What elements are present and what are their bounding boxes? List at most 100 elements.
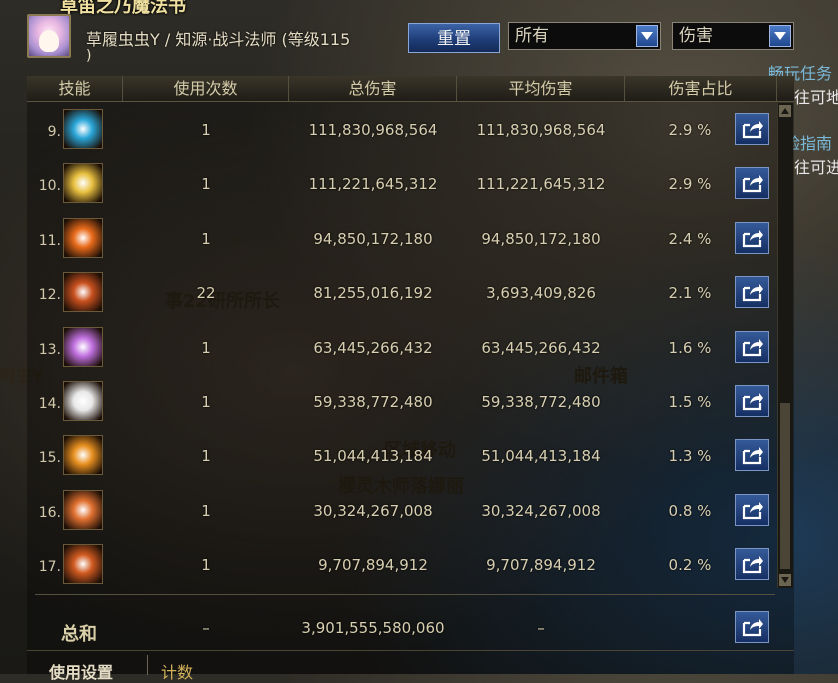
row-share-button[interactable] [735, 113, 769, 145]
column-header-uses[interactable]: 使用次数 [123, 76, 289, 101]
row-uses: 1 [201, 393, 211, 411]
scroll-up-icon[interactable] [779, 105, 791, 117]
row-uses: 1 [201, 175, 211, 194]
golden-flame-skill-icon [63, 163, 103, 204]
share-icon [742, 501, 763, 519]
share-icon [742, 619, 763, 637]
filter-select-value: 所有 [515, 26, 549, 46]
column-header-damage-share[interactable]: 伤害占比 [625, 76, 777, 101]
row-total-damage: 81,255,016,192 [313, 284, 433, 303]
share-icon [742, 338, 763, 356]
bg-quest-text-3: 地 [826, 88, 838, 107]
row-avg-damage: 3,693,409,826 [486, 284, 596, 303]
row-total-damage: 63,445,266,432 [313, 338, 433, 357]
share-icon [742, 284, 763, 302]
row-share-button[interactable] [735, 276, 769, 309]
damage-stats-panel: 技能 使用次数 总伤害 平均伤害 伤害占比 9. 1 111,830,968,564… [27, 76, 794, 674]
row-share-button[interactable] [735, 330, 769, 363]
total-label: 总和 [61, 624, 97, 645]
share-icon [742, 556, 763, 574]
row-uses: 1 [201, 229, 211, 248]
row-uses: 22 [196, 284, 216, 303]
scrollbar[interactable] [777, 103, 793, 588]
row-rank: 11. [38, 232, 61, 249]
violet-burst-skill-icon [63, 326, 103, 367]
row-avg-damage: 51,044,413,184 [481, 447, 601, 466]
total-avg: – [537, 619, 545, 637]
row-share-button[interactable] [735, 167, 769, 200]
white-staff-skill-icon [63, 381, 103, 421]
player-avatar [27, 14, 71, 58]
fist-skill-icon [63, 489, 103, 530]
tab-usage-settings[interactable]: 使用设置 [49, 659, 113, 683]
table-row: 11. 1 94,850,172,180 94,850,172,180 2.4 % [27, 211, 777, 265]
claw-slash-skill-icon [63, 544, 103, 585]
row-rank: 15. [38, 450, 61, 467]
lightning-skill-icon [63, 109, 103, 149]
scroll-thumb[interactable] [780, 403, 790, 569]
row-total-damage: 51,044,413,184 [313, 447, 433, 466]
row-total-damage: 111,830,968,564 [308, 121, 438, 139]
metric-select-value: 伤害 [679, 26, 713, 46]
row-total-damage: 94,850,172,180 [313, 229, 433, 248]
row-rank: 12. [38, 287, 61, 304]
row-total-damage: 111,221,645,312 [308, 175, 438, 194]
share-icon [742, 447, 763, 465]
player-name-cont: ) [86, 48, 92, 64]
footer-tabs: 使用设置 计数 [27, 650, 794, 682]
row-share-button[interactable] [735, 221, 769, 254]
row-uses: 1 [201, 121, 211, 139]
share-icon [742, 175, 763, 193]
table-row: 15. 1 51,044,413,184 51,044,413,184 1.3 % [27, 428, 777, 482]
filter-select[interactable]: 所有 [508, 22, 661, 50]
row-uses: 1 [201, 501, 211, 520]
share-icon [742, 393, 763, 411]
scroll-down-icon[interactable] [779, 574, 791, 586]
row-share-button[interactable] [735, 385, 769, 417]
player-name: 草履虫虫Y / 知源·战斗法师 (等级115 [86, 30, 351, 49]
chevron-down-icon[interactable] [769, 25, 791, 47]
row-rank: 10. [38, 178, 61, 195]
chevron-down-icon[interactable] [636, 25, 658, 47]
bg-quest-text-6: 进 [826, 158, 838, 177]
row-share-button[interactable] [735, 548, 769, 581]
row-share-button[interactable] [735, 439, 769, 472]
row-share-button[interactable] [735, 493, 769, 526]
reset-button[interactable]: 重置 [408, 23, 500, 53]
table-row: 9. 1 111,830,968,564 111,830,968,564 2.9 % [27, 102, 777, 156]
row-rank: 17. [38, 559, 61, 576]
row-avg-damage: 30,324,267,008 [481, 501, 601, 520]
total-uses: – [202, 619, 210, 637]
fire-orb-skill-icon [63, 217, 103, 258]
column-header-total-damage[interactable]: 总伤害 [289, 76, 457, 101]
column-header-avg-damage[interactable]: 平均伤害 [457, 76, 625, 101]
total-share-button[interactable] [735, 611, 769, 643]
row-avg-damage: 111,221,645,312 [476, 175, 606, 194]
metric-select[interactable]: 伤害 [672, 22, 794, 50]
tab-count[interactable]: 计数 [161, 659, 193, 683]
table-row: 13. 1 63,445,266,432 63,445,266,432 1.6 % [27, 320, 777, 374]
row-total-damage: 9,707,894,912 [318, 556, 428, 575]
row-avg-damage: 94,850,172,180 [481, 229, 601, 248]
row-uses: 1 [201, 556, 211, 575]
total-damage: 3,901,555,580,060 [301, 619, 445, 637]
row-uses: 1 [201, 447, 211, 466]
divider [35, 594, 775, 595]
table-row: 14. 1 59,338,772,480 59,338,772,480 1.5 % [27, 374, 777, 428]
table-row: 16. 1 30,324,267,008 30,324,267,008 0.8 % [27, 483, 777, 537]
row-rank: 9. [47, 124, 61, 140]
top-title: 草笛之乃魔法书 [60, 0, 186, 17]
tab-separator [147, 655, 148, 675]
table-row: 10. 1 111,221,645,312 111,221,645,312 2.9 % [27, 156, 777, 210]
row-avg-damage: 63,445,266,432 [481, 338, 601, 357]
header-bar: 草笛之乃魔法书 草履虫虫Y / 知源·战斗法师 (等级115 ) 重置 所有 伤… [0, 0, 838, 70]
flame-slash-skill-icon [63, 435, 103, 476]
row-total-damage: 30,324,267,008 [313, 501, 433, 520]
table-row: 12. 22 81,255,016,192 3,693,409,826 2.1 % [27, 265, 777, 319]
table-header: 技能 使用次数 总伤害 平均伤害 伤害占比 [27, 76, 794, 102]
column-header-skill[interactable]: 技能 [27, 76, 123, 101]
total-row: 总和 – 3,901,555,580,060 – [27, 600, 777, 654]
row-rank: 14. [38, 396, 61, 412]
row-rank: 16. [38, 504, 61, 521]
row-total-damage: 59,338,772,480 [313, 393, 433, 411]
